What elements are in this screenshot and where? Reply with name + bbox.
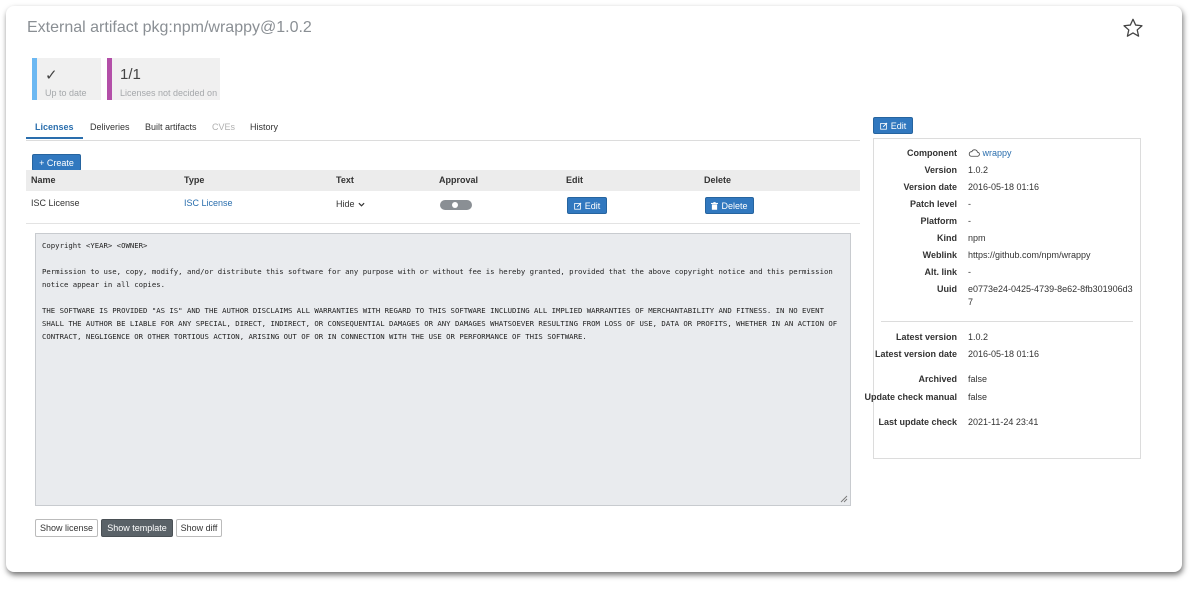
detail-value-version-date: 2016-05-18 01:16 xyxy=(968,182,1040,192)
detail-label-component: Component xyxy=(907,148,957,158)
detail-value-archived: false xyxy=(968,374,988,384)
artifact-tabs: Licenses Deliveries Built artifacts CVEs… xyxy=(26,116,860,141)
column-header-text: Text xyxy=(336,175,354,185)
licenses-table-header: Name Type Text Approval Edit Delete xyxy=(26,170,860,191)
column-header-edit: Edit xyxy=(566,175,583,185)
detail-value-patch-level: - xyxy=(968,199,971,209)
detail-label-version-date: Version date xyxy=(903,182,957,192)
detail-value-platform: - xyxy=(968,216,971,226)
tab-licenses[interactable]: Licenses xyxy=(26,122,82,139)
component-name: wrappy xyxy=(982,148,1012,158)
detail-value-latest-version-date: 2016-05-18 01:16 xyxy=(968,349,1040,359)
detail-label-version: Version xyxy=(924,165,957,175)
detail-label-latest-version: Latest version xyxy=(895,332,957,342)
edit-icon xyxy=(879,122,888,130)
detail-label-weblink: Weblink xyxy=(922,250,957,260)
show-license-button[interactable]: Show license xyxy=(35,519,98,537)
license-text-area[interactable]: Copyright <YEAR> <OWNER> Permission to u… xyxy=(35,233,851,506)
show-template-button[interactable]: Show template xyxy=(101,519,173,537)
detail-value-last-update-check: 2021-11-24 23:41 xyxy=(968,417,1039,427)
trash-icon xyxy=(711,201,719,210)
resize-grip-icon[interactable] xyxy=(840,495,848,503)
detail-label-patch-level: Patch level xyxy=(909,199,957,209)
tab-history[interactable]: History xyxy=(250,122,278,132)
detail-label-archived: Archived xyxy=(918,374,957,384)
detail-value-uuid: e0773e24-0425-4739-8e62-8fb301906d37 xyxy=(968,284,1133,307)
detail-label-update-check-manual: Update check manual xyxy=(864,392,957,402)
tab-built-artifacts[interactable]: Built artifacts xyxy=(145,122,197,132)
detail-value-update-check-manual: false xyxy=(968,392,988,402)
delete-label: Delete xyxy=(721,200,748,211)
column-header-approval: Approval xyxy=(439,175,479,185)
check-icon: ✓ xyxy=(45,67,58,84)
detail-value-kind: npm xyxy=(968,233,986,243)
component-link[interactable]: wrappy xyxy=(968,147,1012,160)
detail-label-last-update-check: Last update check xyxy=(878,417,957,427)
chevron-down-icon xyxy=(358,202,365,207)
edit-label: Edit xyxy=(890,120,907,131)
detail-label-platform: Platform xyxy=(920,216,957,226)
toggle-knob xyxy=(452,202,458,208)
status-tile-licenses-undecided: 1/1 Licenses not decided on xyxy=(107,58,220,100)
detail-label-uuid: Uuid xyxy=(937,284,957,294)
star-icon[interactable] xyxy=(1122,17,1144,39)
approval-toggle[interactable] xyxy=(440,200,472,210)
tab-deliveries[interactable]: Deliveries xyxy=(90,122,130,132)
column-header-type: Type xyxy=(184,175,205,185)
table-row: ISC License ISC License Hide Edit Delete xyxy=(26,191,860,224)
cloud-icon xyxy=(968,149,980,157)
license-text: Copyright <YEAR> <OWNER> Permission to u… xyxy=(42,241,838,341)
delete-license-button[interactable]: Delete xyxy=(705,197,754,214)
create-license-button[interactable]: + Create xyxy=(32,154,81,171)
column-header-name: Name xyxy=(31,175,56,185)
detail-value-version: 1.0.2 xyxy=(968,165,989,175)
page-title: External artifact pkg:npm/wrappy@1.0.2 xyxy=(27,19,312,36)
weblink-link[interactable]: https://github.com/npm/wrappy xyxy=(968,249,1091,262)
edit-label: Edit xyxy=(584,200,601,211)
detail-label-kind: Kind xyxy=(937,233,957,243)
text-toggle-hide[interactable]: Hide xyxy=(336,199,365,209)
license-name: ISC License xyxy=(31,198,80,208)
status-label: Licenses not decided on xyxy=(120,88,218,98)
tab-cves: CVEs xyxy=(212,122,236,132)
text-toggle-label: Hide xyxy=(336,199,355,209)
detail-label-alt-link: Alt. link xyxy=(924,267,957,277)
license-type-link[interactable]: ISC License xyxy=(184,198,233,208)
show-diff-button[interactable]: Show diff xyxy=(176,519,222,537)
edit-icon xyxy=(573,202,582,210)
column-header-delete: Delete xyxy=(704,175,732,185)
status-label: Up to date xyxy=(45,88,87,98)
edit-license-button[interactable]: Edit xyxy=(567,197,607,214)
detail-value-latest-version: 1.0.2 xyxy=(968,332,989,342)
details-divider xyxy=(881,321,1133,322)
detail-label-latest-version-date: Latest version date xyxy=(874,349,957,359)
edit-artifact-button[interactable]: Edit xyxy=(873,117,913,134)
detail-value-alt-link: - xyxy=(968,267,971,277)
status-tile-up-to-date: ✓ Up to date xyxy=(32,58,101,100)
status-count: 1/1 xyxy=(120,66,141,83)
